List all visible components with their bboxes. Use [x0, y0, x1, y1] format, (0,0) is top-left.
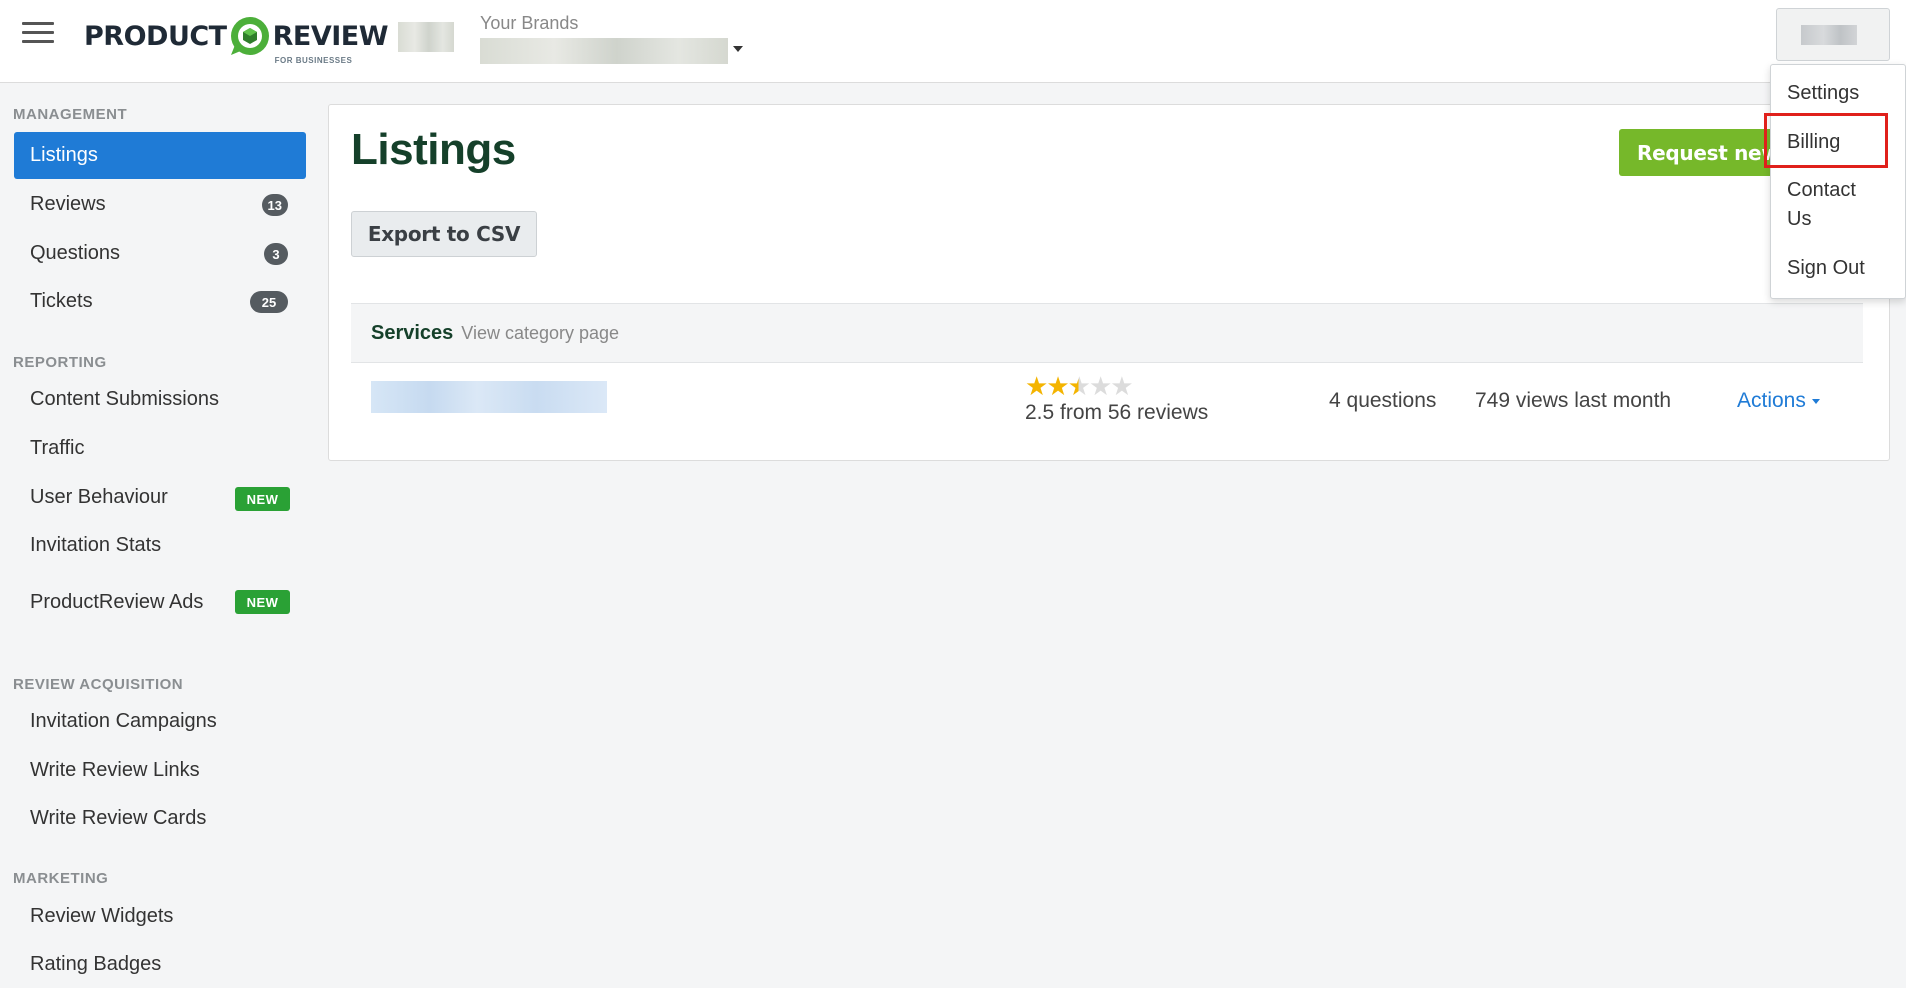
sidebar-item-label: Reviews: [30, 193, 106, 215]
star-half-icon: ★: [1067, 371, 1091, 401]
menu-item-sign-out[interactable]: Sign Out: [1787, 254, 1865, 283]
category-name: Services: [371, 321, 454, 344]
sidebar-item-content-submissions[interactable]: Content Submissions: [14, 376, 306, 423]
brands-label: Your Brands: [480, 13, 579, 33]
sidebar-item-label: User Behaviour: [30, 486, 168, 508]
hamburger-menu-icon[interactable]: [22, 22, 54, 48]
logo-mark-icon: [230, 17, 269, 55]
sidebar-item-write-review-cards[interactable]: Write Review Cards: [14, 795, 306, 842]
sidebar-item-label: Write Review Links: [30, 759, 200, 781]
sidebar-item-user-behaviour[interactable]: User Behaviour NEW: [14, 474, 306, 521]
contact-line-2: Us: [1787, 208, 1812, 230]
sidebar-item-invitation-stats[interactable]: Invitation Stats: [14, 522, 306, 569]
star-full-icon: ★: [1025, 371, 1048, 401]
chevron-down-icon: [1811, 398, 1820, 404]
sidebar-item-write-review-links[interactable]: Write Review Links: [14, 747, 306, 794]
reviews-count-badge: 13: [261, 194, 288, 216]
sidebar-item-label: Invitation Campaigns: [30, 710, 217, 732]
billing-highlight-box: [1764, 113, 1888, 168]
sidebar-item-label: Listings: [30, 144, 98, 166]
star-empty-icon: ★: [1088, 371, 1112, 401]
view-category-link[interactable]: View category page: [461, 323, 619, 344]
sidebar-item-label: Write Review Cards: [30, 807, 207, 829]
star-full-icon: ★: [1046, 371, 1069, 401]
brand-dropdown-caret-icon[interactable]: [733, 46, 743, 52]
sidebar-item-label: Rating Badges: [30, 953, 162, 975]
sidebar: MANAGEMENT Listings Reviews 13 Questions…: [0, 84, 310, 988]
menu-item-contact-us[interactable]: Contact Us: [1787, 176, 1856, 234]
sidebar-item-review-widgets[interactable]: Review Widgets: [14, 893, 306, 940]
sidebar-item-questions[interactable]: Questions 3: [14, 230, 306, 277]
new-badge: NEW: [235, 487, 290, 511]
sidebar-item-productreview-ads[interactable]: ProductReview Ads NEW: [14, 572, 306, 632]
brand-selector-redacted[interactable]: [480, 38, 728, 64]
sidebar-item-label: Tickets: [30, 290, 93, 312]
category-header: Services View category page: [351, 303, 1863, 363]
new-badge: NEW: [235, 590, 290, 614]
account-menu-button[interactable]: [1776, 8, 1890, 61]
export-csv-button[interactable]: Export to CSV: [351, 211, 537, 257]
actions-label: Actions: [1737, 389, 1806, 412]
listings-card: Listings Request new Export to CSV Servi…: [328, 104, 1890, 461]
section-heading-marketing: MARKETING: [13, 870, 109, 887]
questions-count-badge: 3: [264, 243, 288, 265]
rating-summary: 2.5 from 56 reviews: [1025, 401, 1209, 424]
views-count: 749 views last month: [1475, 389, 1672, 412]
star-empty-icon: ★: [1110, 371, 1133, 401]
sidebar-item-label: Traffic: [30, 437, 85, 459]
menu-item-settings[interactable]: Settings: [1787, 79, 1859, 108]
productreview-logo[interactable]: PRODUCT REVIEW FOR BUSINESSES: [84, 10, 389, 65]
contact-line-1: Contact: [1787, 179, 1856, 201]
sidebar-item-tickets[interactable]: Tickets 25: [14, 278, 306, 325]
sidebar-item-label: ProductReview Ads: [30, 590, 204, 613]
sidebar-item-label: Content Submissions: [30, 388, 219, 410]
actions-dropdown[interactable]: Actions: [1737, 389, 1820, 413]
sidebar-item-label: Questions: [30, 242, 121, 264]
logo-subtitle: FOR BUSINESSES: [274, 55, 353, 65]
listing-name-redacted[interactable]: [371, 381, 607, 413]
sidebar-item-label: Invitation Stats: [30, 534, 162, 556]
tickets-count-badge: 25: [250, 291, 288, 313]
star-rating: ★★★★★: [1025, 371, 1134, 402]
sidebar-item-listings[interactable]: Listings: [14, 132, 306, 179]
section-heading-review-acquisition: REVIEW ACQUISITION: [13, 676, 184, 693]
page-title: Listings: [351, 125, 516, 174]
top-bar: PRODUCT REVIEW FOR BUSINESSES Your Brand…: [0, 0, 1906, 83]
logo-review-text: REVIEW: [272, 20, 389, 52]
sidebar-item-invitation-campaigns[interactable]: Invitation Campaigns: [14, 698, 306, 745]
section-heading-reporting: REPORTING: [13, 354, 107, 371]
logo-review-block: REVIEW FOR BUSINESSES: [272, 20, 389, 65]
questions-count: 4 questions: [1329, 389, 1437, 412]
account-name-redacted: [1801, 25, 1857, 45]
sidebar-item-label: Review Widgets: [30, 905, 174, 927]
section-heading-management: MANAGEMENT: [13, 106, 128, 123]
brand-logo-redacted: [398, 22, 454, 52]
logo-product-text: PRODUCT: [84, 20, 227, 52]
sidebar-item-traffic[interactable]: Traffic: [14, 425, 306, 472]
sidebar-item-reviews[interactable]: Reviews 13: [14, 181, 306, 228]
sidebar-item-rating-badges[interactable]: Rating Badges: [14, 941, 306, 988]
account-dropdown-menu: Settings Billing Contact Us Sign Out: [1770, 64, 1906, 299]
